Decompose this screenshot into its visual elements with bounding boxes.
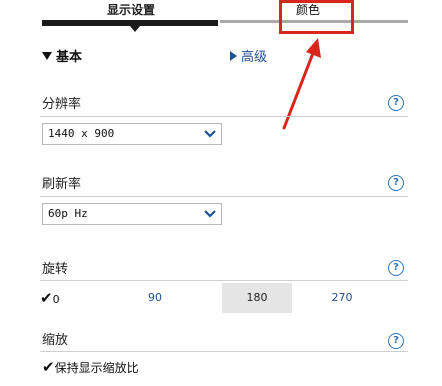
resolution-help-icon[interactable]: ? [388,95,404,111]
basic-label: 基本 [56,50,83,65]
checkmark-icon: ✔ [42,358,55,376]
rotation-divider [40,280,408,281]
refresh-rate-dropdown[interactable]: 60p Hz [42,203,222,225]
rotation-title: 旋转 [42,262,69,277]
refresh-rate-value: 60p Hz [48,207,88,220]
advanced-view-link[interactable]: 高级 [230,50,267,66]
rotation-option-180[interactable]: 180 [222,283,292,313]
checkmark-icon: ✔ [40,289,53,307]
rotation-help-icon[interactable]: ? [388,260,404,276]
refresh-rate-title: 刷新率 [42,177,82,192]
rotation-option-90[interactable]: 90 [125,283,185,313]
scale-help-icon[interactable]: ? [388,333,404,349]
resolution-title: 分辨率 [42,97,82,112]
keep-scale-checkbox[interactable]: ✔保持显示缩放比 [42,358,139,377]
basic-view-toggle[interactable]: 基本 [42,50,82,66]
rotation-option-0[interactable]: ✔0 [40,283,100,313]
refresh-rate-help-icon[interactable]: ? [388,175,404,191]
chevron-down-icon [204,210,216,218]
refresh-rate-divider [40,196,408,197]
annotation-highlight-box [279,0,354,34]
rotation-option-270[interactable]: 270 [312,283,372,313]
scale-title: 缩放 [42,333,69,348]
triangle-right-icon [230,51,237,61]
resolution-dropdown[interactable]: 1440 x 900 [42,123,222,145]
resolution-value: 1440 x 900 [48,127,115,140]
rotation-option-label: 0 [52,293,60,306]
triangle-down-icon [42,52,52,60]
scale-divider [40,351,408,352]
tab-display-settings[interactable]: 显示设置 [45,0,217,20]
tab-active-pointer [130,26,140,32]
annotation-arrow [282,38,321,130]
keep-scale-label: 保持显示缩放比 [54,361,139,375]
resolution-divider [40,116,408,117]
advanced-label: 高级 [241,50,268,65]
chevron-down-icon [204,130,216,138]
